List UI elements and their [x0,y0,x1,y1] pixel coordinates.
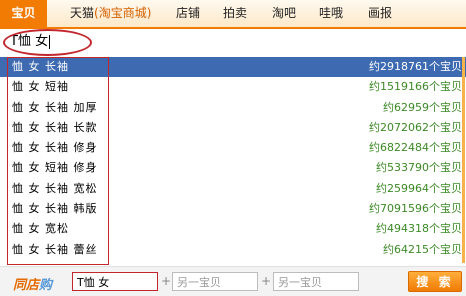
suggestion-count: 约494318个宝贝 [376,222,462,236]
tab-tmall[interactable]: 天猫(淘宝商城) [70,0,151,27]
dropdown-scroll-edge [462,57,465,263]
tab-huabao[interactable]: 画报 [368,0,392,27]
suggestion-count: 约259964个宝贝 [376,181,462,195]
compare-field-3[interactable]: 另一宝贝 [273,272,359,291]
tab-label: 店铺 [176,6,201,20]
suggestion-count: 约62959个宝贝 [383,100,462,114]
tongdiangou-logo: 同店购 [13,274,52,293]
suggestion-count: 约2918761个宝贝 [369,60,462,73]
tab-label: 哇哦 [319,6,344,20]
plus-sign: + [161,274,172,288]
suggestion-count: 约1519166个宝贝 [369,80,462,94]
tab-taoba[interactable]: 淘吧 [272,0,296,27]
tab-label: 天猫 [70,6,95,20]
tab-sublabel: (淘宝商城) [94,6,152,20]
tab-shop[interactable]: 店铺 [176,0,200,27]
suggestion-count: 约64215个宝贝 [383,242,462,256]
plus-sign: + [261,274,272,288]
tab-wao[interactable]: 哇哦 [319,0,343,27]
suggestion-count: 约6822484个宝贝 [369,141,462,155]
tab-label: 宝贝 [11,6,36,20]
compare-field-3-placeholder: 另一宝贝 [278,276,322,289]
tab-label: 淘吧 [272,6,297,20]
tab-baobei[interactable]: 宝贝 [0,0,47,27]
suggestion-count: 约2072062个宝贝 [369,120,462,134]
search-tab-bar: 宝贝 天猫(淘宝商城) 店铺 拍卖 淘吧 哇哦 画报 [0,0,466,29]
tab-label: 画报 [368,6,393,20]
compare-field-2-placeholder: 另一宝贝 [177,276,221,289]
compare-field-1[interactable]: T恤 女 [72,272,158,291]
annotation-box [7,57,109,265]
logo-text-b: 购 [39,278,53,293]
search-button[interactable]: 搜 索 [408,271,462,292]
logo-text-a: 同店 [13,278,40,293]
tab-label: 拍卖 [223,6,248,20]
annotation-ellipse [3,29,92,56]
tab-auction[interactable]: 拍卖 [223,0,247,27]
suggestion-count: 约533790个宝贝 [376,161,462,175]
suggestion-count: 约7091596个宝贝 [369,202,462,216]
compare-field-1-value: T恤 女 [77,276,110,289]
compare-field-2[interactable]: 另一宝贝 [172,272,258,291]
compare-bar: 同店购 T恤 女 + 另一宝贝 + 另一宝贝 搜 索 [0,266,466,296]
